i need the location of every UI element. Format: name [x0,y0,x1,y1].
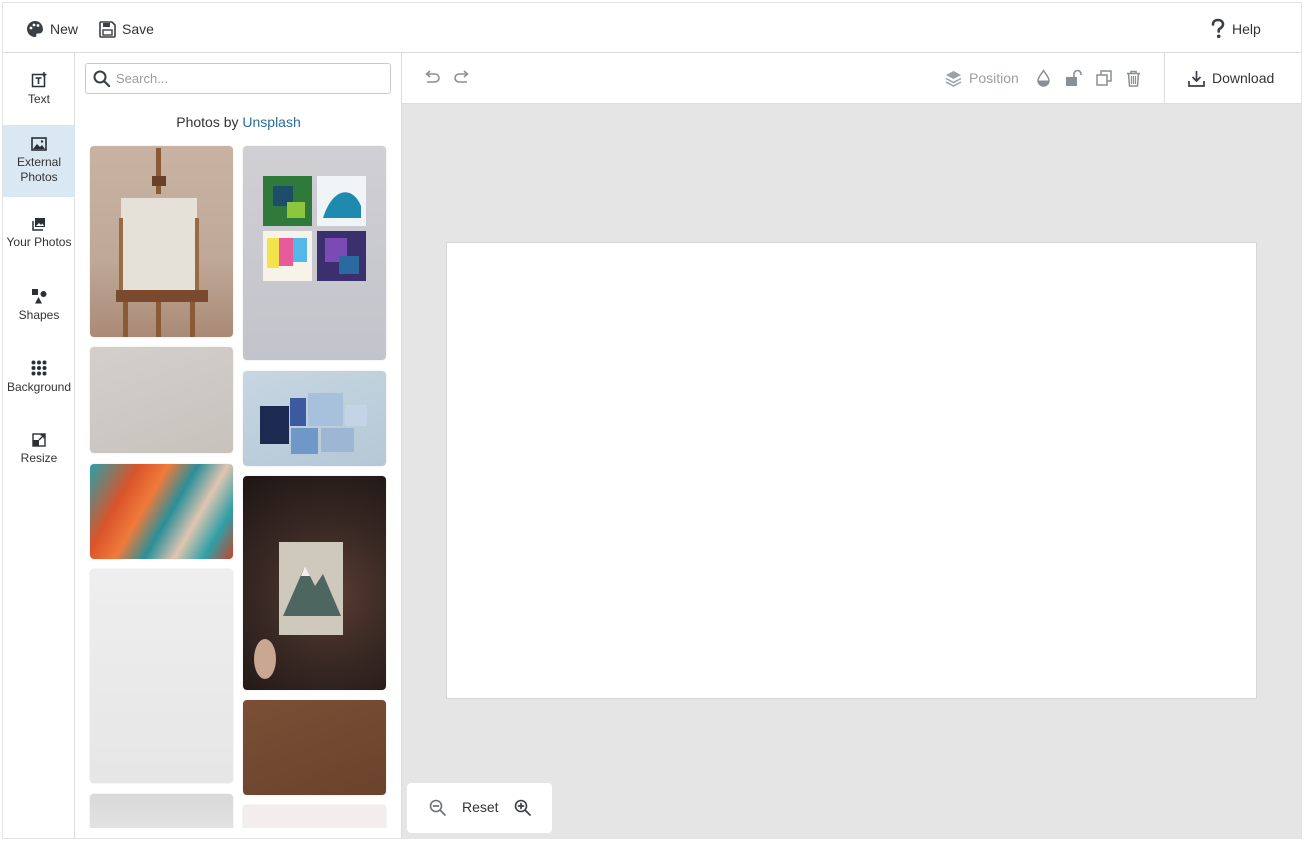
lock-button[interactable] [1065,67,1082,89]
credit-prefix: Photos by [176,114,243,130]
nav-item-resize[interactable]: Resize [3,413,75,485]
easel-thumbnail [116,148,208,337]
trash-icon [1127,70,1140,87]
photo-blue-swatches[interactable] [243,371,386,466]
download-label: Download [1212,70,1275,86]
photo-light-grey[interactable] [90,794,233,828]
help-button[interactable]: Help [1210,18,1261,40]
editor-toolbar: Position Download [402,53,1302,104]
help-question-icon [1211,18,1225,39]
droplet-icon [1037,69,1050,87]
undo-icon [425,70,440,83]
nav-item-text[interactable]: Text [3,53,75,125]
photo-easel-canvas[interactable] [90,146,233,337]
photo-brown-texture[interactable] [243,700,386,795]
unsplash-link[interactable]: Unsplash [242,114,300,130]
duplicate-icon [1096,70,1112,86]
nav-item-your-photos[interactable]: Your Photos [3,197,75,269]
text-add-icon [31,71,47,87]
left-nav: Text External Photos Your Photos Shapes … [2,53,75,839]
nav-label-text: Text [27,91,50,106]
help-label: Help [1232,21,1261,37]
resize-icon [32,432,46,447]
new-button[interactable]: New [26,18,78,40]
duplicate-button[interactable] [1096,67,1112,89]
canvas-set-thumbnail [263,176,366,281]
mountain-thumbnail [254,542,343,679]
search-input[interactable] [116,71,376,86]
dot-grid-icon [31,360,47,375]
opacity-button[interactable] [1036,67,1051,89]
photo-canvas-set[interactable] [243,146,386,360]
photos-panel: Photos by Unsplash [75,53,402,839]
photo-pale-pink[interactable] [243,805,386,828]
photo-grey-texture[interactable] [90,347,233,453]
nav-item-shapes[interactable]: Shapes [3,269,75,341]
photo-credit: Photos by Unsplash [75,114,401,130]
position-label: Position [969,70,1019,86]
photo-white-paper[interactable] [90,569,233,783]
redo-button[interactable] [453,67,471,89]
palette-icon [27,21,43,37]
layers-icon [945,70,962,87]
save-label: Save [122,21,154,37]
new-label: New [50,21,79,37]
download-button[interactable]: Download [1188,67,1274,89]
search-box [85,63,391,94]
position-button[interactable]: Position [945,67,1019,89]
shapes-icon [32,288,47,303]
nav-label-background: Background [6,379,72,394]
save-button[interactable]: Save [99,18,154,40]
undo-button[interactable] [423,67,441,89]
redo-icon [454,70,469,83]
nav-item-external-photos[interactable]: External Photos [3,125,75,197]
artboard[interactable] [446,242,1257,699]
swatches-thumbnail [260,393,367,454]
save-disk-icon [99,20,116,38]
nav-label-shapes: Shapes [18,307,60,322]
zoom-reset-button[interactable]: Reset [462,799,499,815]
top-bar: New Save Help [2,2,1302,53]
nav-label-resize: Resize [20,450,58,465]
canvas-workspace: Reset [402,104,1302,839]
zoom-out-icon[interactable] [429,799,446,816]
search-icon [93,70,110,87]
nav-label-external-photos: External Photos [16,155,62,184]
nav-label-your-photos: Your Photos [6,234,72,249]
photo-abstract-paint[interactable] [90,464,233,559]
toolbar-divider [1164,53,1165,103]
zoom-controls: Reset [407,783,552,833]
nav-item-background[interactable]: Background [3,341,75,413]
zoom-in-icon[interactable] [514,799,531,816]
photo-mountain-painting[interactable] [243,476,386,690]
photo-grid [75,53,401,828]
download-icon [1188,70,1205,87]
delete-button[interactable] [1126,67,1141,89]
photos-stack-icon [32,217,45,231]
unlock-icon [1066,69,1082,86]
image-icon [31,137,47,151]
